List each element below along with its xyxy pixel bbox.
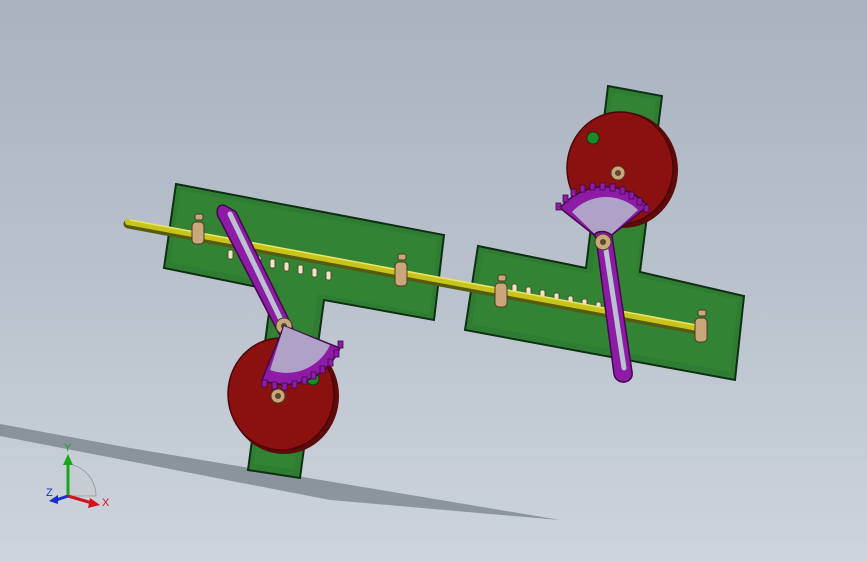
x-arrow-head	[88, 498, 100, 508]
y-axis-label: Y	[64, 442, 72, 454]
x-axis-arrow	[67, 494, 93, 505]
z-axis-label: Z	[46, 487, 53, 499]
triad-graphic: Y X Z	[46, 442, 110, 509]
x-axis-label: X	[102, 497, 110, 509]
triad-base-disc	[67, 463, 97, 497]
mechanism-assembly[interactable]	[0, 0, 867, 562]
y-arrow-head	[63, 454, 73, 465]
coordinate-triad: Y X Z	[40, 438, 120, 518]
cad-viewport[interactable]: Y X Z	[0, 0, 867, 562]
